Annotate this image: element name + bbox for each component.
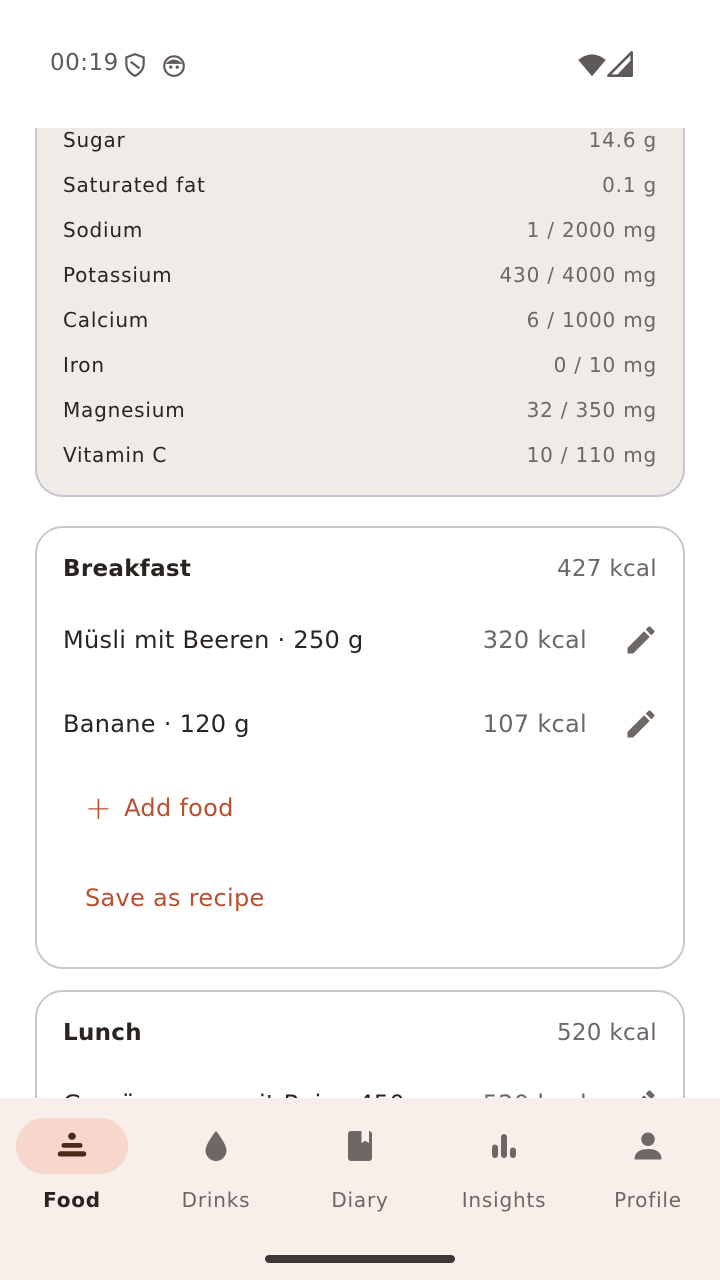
person-icon	[634, 1132, 662, 1160]
add-food-button[interactable]: + Add food	[85, 792, 234, 824]
nutrient-row-saturated-fat: Saturated fat 0.1 g	[63, 165, 657, 205]
pencil-icon	[641, 1090, 655, 1098]
robot-face-icon	[161, 52, 187, 78]
edit-food-button[interactable]	[617, 616, 665, 664]
edit-food-button[interactable]	[617, 700, 665, 748]
meal-header: Breakfast 427 kcal	[63, 556, 657, 582]
nav-item-profile[interactable]: Profile	[576, 1118, 720, 1228]
wifi-icon	[577, 50, 607, 77]
meal-title: Breakfast	[63, 556, 192, 582]
nav-label: Food	[43, 1188, 101, 1212]
nutrient-name: Magnesium	[63, 398, 186, 422]
nutrient-row-magnesium: Magnesium 32 / 350 mg	[63, 390, 657, 430]
meal-kcal: 427 kcal	[556, 556, 657, 582]
food-icon	[57, 1132, 87, 1157]
food-item-row[interactable]: Gemüsecurry mit Reis · 450 g 520 kcal	[63, 1076, 657, 1098]
pencil-icon	[627, 710, 655, 738]
status-bar: 00:19	[0, 0, 720, 128]
nav-label: Profile	[614, 1188, 682, 1212]
nutrient-value: 10 / 110 mg	[526, 443, 657, 467]
nutrient-row-vitamin-c: Vitamin C 10 / 110 mg	[63, 435, 657, 475]
plus-icon: +	[85, 789, 113, 827]
nutrient-value: 430 / 4000 mg	[499, 263, 657, 287]
nutrient-value: 0.1 g	[602, 173, 657, 197]
meal-header: Lunch 520 kcal	[63, 1020, 657, 1046]
nutrient-row-calcium: Calcium 6 / 1000 mg	[63, 300, 657, 340]
home-indicator[interactable]	[265, 1255, 455, 1263]
bar-chart-icon	[492, 1134, 516, 1158]
meal-kcal: 520 kcal	[556, 1020, 657, 1046]
nutrient-name: Saturated fat	[63, 173, 206, 197]
nutrient-row-iron: Iron 0 / 10 mg	[63, 345, 657, 385]
nav-active-indicator	[16, 1118, 128, 1174]
nutrient-value: 6 / 1000 mg	[526, 308, 657, 332]
nav-label: Insights	[461, 1188, 547, 1212]
nutrient-name: Calcium	[63, 308, 150, 332]
nav-label: Diary	[331, 1188, 389, 1212]
food-item-kcal: 320 kcal	[482, 626, 587, 654]
nav-item-diary[interactable]: Diary	[288, 1118, 432, 1228]
status-time: 00:19	[50, 50, 119, 76]
nav-item-drinks[interactable]: Drinks	[144, 1118, 288, 1228]
edit-food-button[interactable]	[617, 1080, 665, 1098]
food-item-name: Gemüsecurry mit Reis · 450 g	[63, 1090, 483, 1098]
book-icon	[348, 1131, 372, 1161]
food-item-row[interactable]: Müsli mit Beeren · 250 g 320 kcal	[63, 612, 657, 668]
nutrient-value: 32 / 350 mg	[526, 398, 657, 422]
food-item-kcal: 107 kcal	[482, 710, 587, 738]
nutrient-name: Sugar	[63, 128, 126, 152]
pencil-icon	[627, 626, 655, 654]
food-item-name: Banane · 120 g	[63, 710, 250, 738]
nav-item-food[interactable]: Food	[0, 1118, 144, 1228]
meal-card-breakfast: Breakfast 427 kcal Müsli mit Beeren · 25…	[35, 526, 685, 969]
nutrient-value: 14.6 g	[588, 128, 657, 152]
nutrient-row-sugar: Sugar 14.6 g	[63, 128, 657, 160]
nutrient-row-potassium: Potassium 430 / 4000 mg	[63, 255, 657, 295]
bottom-navigation: Food Drinks Diary Insights Profile	[0, 1098, 720, 1280]
nutrient-details-card: Sugar 14.6 g Saturated fat 0.1 g Sodium …	[35, 128, 685, 497]
nav-icon-container	[160, 1118, 272, 1174]
food-item-kcal: 520 kcal	[483, 1090, 587, 1098]
nav-icon-container	[304, 1118, 416, 1174]
drop-icon	[205, 1131, 227, 1161]
nutrient-name: Potassium	[63, 263, 173, 287]
content-scroll[interactable]: Sugar 14.6 g Saturated fat 0.1 g Sodium …	[0, 128, 720, 1098]
nav-icon-container	[592, 1118, 704, 1174]
add-food-label: Add food	[124, 794, 234, 822]
nutrient-row-sodium: Sodium 1 / 2000 mg	[63, 210, 657, 250]
nav-label: Drinks	[181, 1188, 251, 1212]
food-item-name: Müsli mit Beeren · 250 g	[63, 626, 364, 654]
meal-title: Lunch	[63, 1020, 142, 1046]
nav-item-insights[interactable]: Insights	[432, 1118, 576, 1228]
meal-card-lunch: Lunch 520 kcal Gemüsecurry mit Reis · 45…	[35, 990, 685, 1098]
save-as-recipe-button[interactable]: Save as recipe	[85, 884, 265, 912]
nutrient-name: Sodium	[63, 218, 144, 242]
nutrient-name: Iron	[63, 353, 105, 377]
nutrient-value: 0 / 10 mg	[553, 353, 657, 377]
cell-signal-icon	[606, 50, 634, 77]
nutrient-name: Vitamin C	[63, 443, 168, 467]
nutrient-value: 1 / 2000 mg	[526, 218, 657, 242]
food-item-row[interactable]: Banane · 120 g 107 kcal	[63, 696, 657, 752]
shield-icon	[122, 52, 148, 78]
nav-icon-container	[448, 1118, 560, 1174]
